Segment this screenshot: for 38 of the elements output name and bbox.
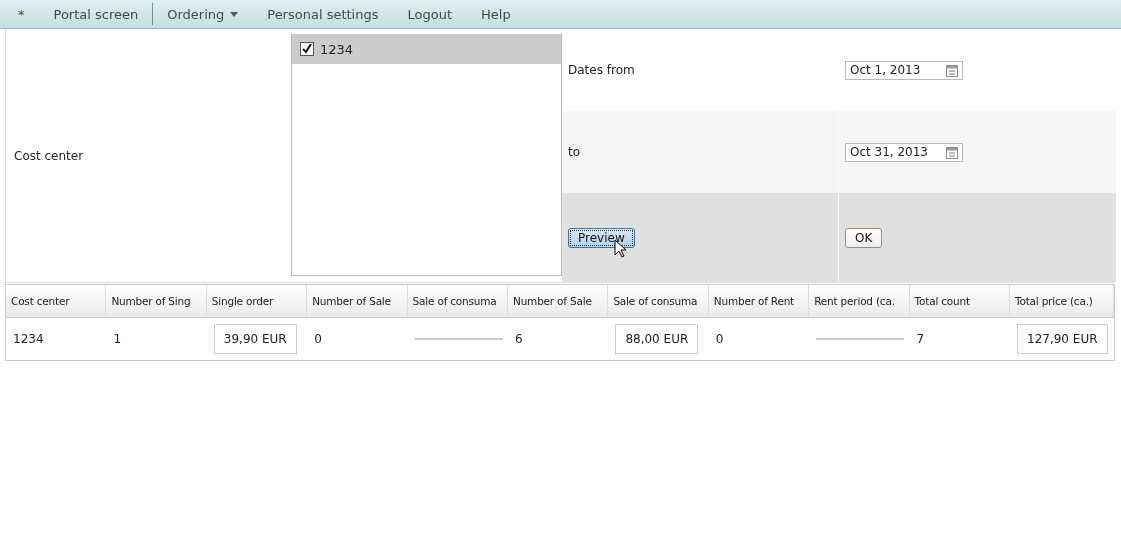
amount-field: 39,90 EUR <box>213 324 297 354</box>
calendar-icon[interactable] <box>946 63 958 77</box>
column-header[interactable]: Sale of consuma <box>608 285 709 318</box>
date-field[interactable]: Oct 1, 2013 <box>845 60 963 80</box>
menu-item[interactable]: Help <box>467 3 526 25</box>
table-cell: 1234 <box>13 332 44 346</box>
field-label: Cost center <box>14 148 84 163</box>
table-cell: 7 <box>916 332 925 346</box>
list-item[interactable]: 1234 <box>292 34 561 64</box>
menu-item[interactable]: Personal settings <box>253 3 394 25</box>
checkbox[interactable] <box>300 42 314 56</box>
column-header[interactable]: Number of Sing <box>106 285 207 318</box>
menu-item[interactable]: Logout <box>393 3 467 25</box>
column-header[interactable]: Total count <box>909 285 1010 318</box>
field-label: to <box>568 145 581 159</box>
menu-item[interactable]: * <box>4 3 40 25</box>
column-header[interactable]: Sale of consuma <box>407 285 508 318</box>
menu-item[interactable]: Ordering <box>153 3 254 25</box>
date-field[interactable]: Oct 31, 2013 <box>845 142 963 162</box>
column-header[interactable]: Number of Sale <box>508 285 609 318</box>
column-header[interactable]: Single order <box>206 285 308 318</box>
amount-field: 88,00 EUR <box>615 324 699 354</box>
column-header[interactable]: Rent period (ca. <box>809 285 910 318</box>
column-header[interactable]: Cost center <box>6 285 107 318</box>
menu-item[interactable]: Portal screen <box>39 3 154 25</box>
column-header[interactable]: Number of Rent <box>708 285 810 318</box>
column-header[interactable]: Number of Sale <box>307 285 408 318</box>
table-cell: 0 <box>314 332 322 346</box>
caret-icon <box>230 11 239 17</box>
amount-field: 127,90 EUR <box>1017 324 1108 354</box>
calendar-icon[interactable] <box>946 145 958 159</box>
column-header[interactable]: Total price (ca.) <box>1010 285 1114 318</box>
field-label: Dates from <box>568 63 635 77</box>
table-cell: 6 <box>515 332 523 346</box>
table-cell: 0 <box>715 332 724 346</box>
preview-button[interactable]: Preview <box>568 227 635 248</box>
table-cell: 1 <box>113 332 122 346</box>
ok-button[interactable]: OK <box>845 227 883 248</box>
